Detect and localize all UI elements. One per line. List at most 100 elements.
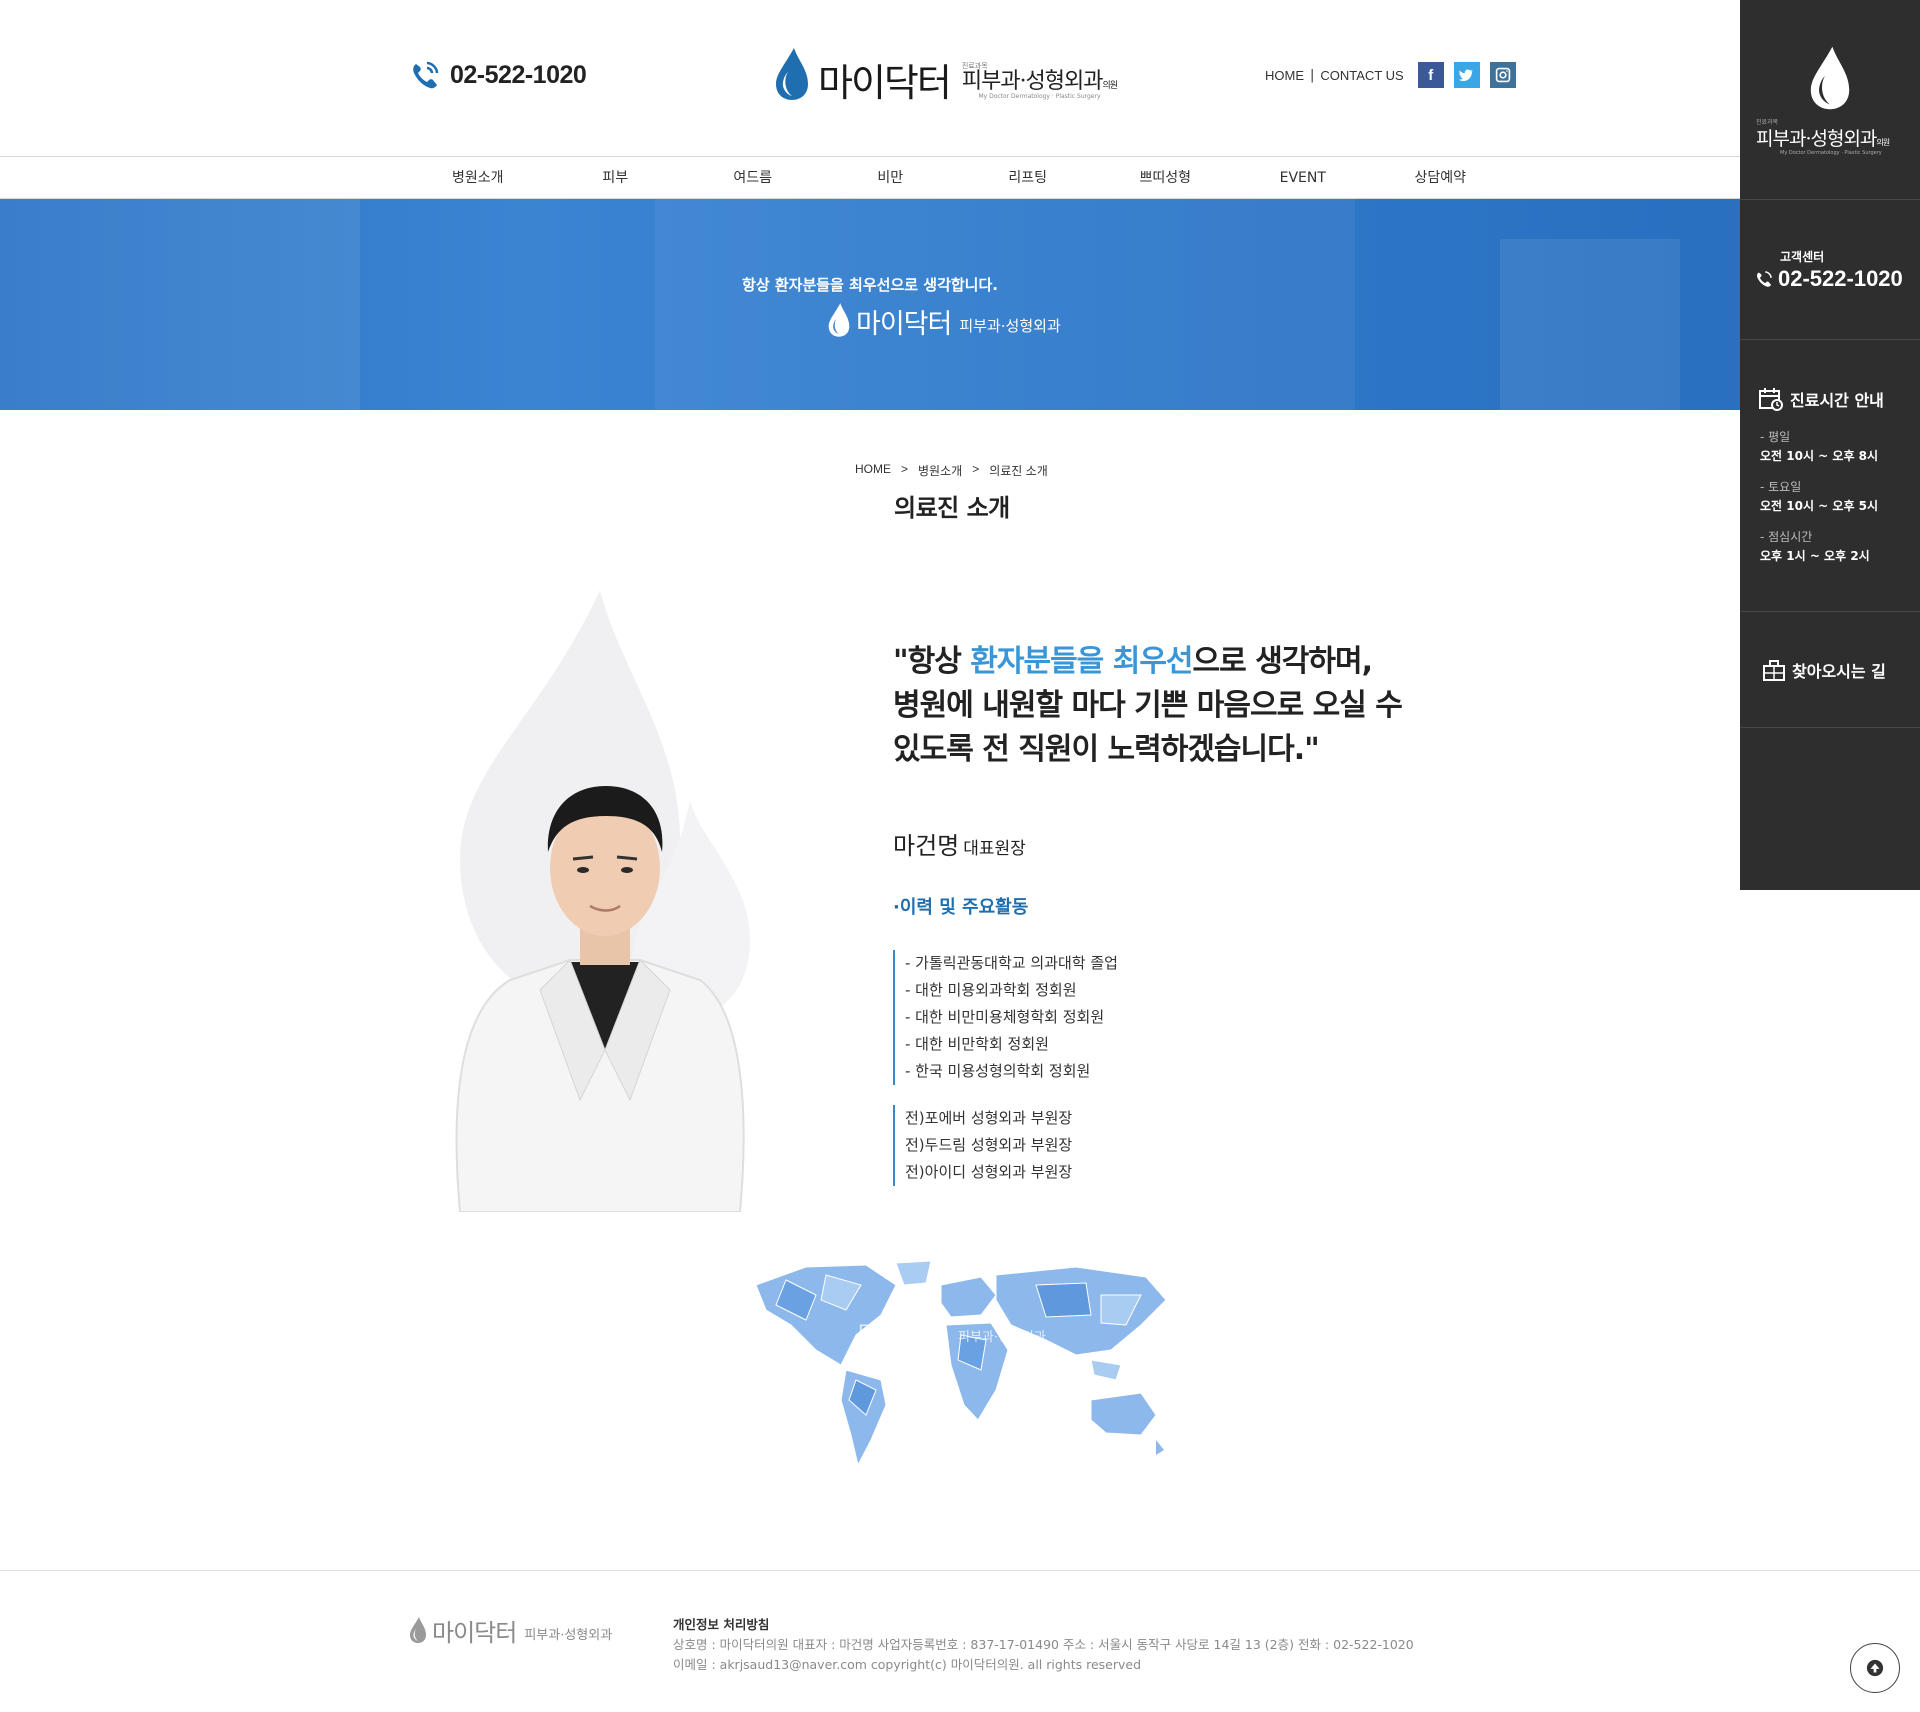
directions-button[interactable]: 찾아오시는 길 (1740, 612, 1920, 728)
doctor-quote: "항상 환자분들을 최우선으로 생각하며, 병원에 내원할 마다 기쁜 마음으로… (893, 640, 1453, 772)
footer-logo-main: 마이닥터 (432, 1619, 517, 1647)
doctor-name-text: 마건명 (893, 832, 960, 860)
site-logo[interactable]: 마이닥터 진료과목 피부과·성형외과의원 My Doctor Dermatolo… (772, 46, 1119, 105)
logo-drop-icon (828, 303, 850, 337)
nav-item-obesity[interactable]: 비만 (822, 157, 960, 199)
list-item: 전)아이디 성형외과 부원장 (905, 1163, 1073, 1181)
nav-item-event[interactable]: EVENT (1234, 157, 1372, 199)
nav-item-consult[interactable]: 상담예약 (1372, 157, 1510, 199)
top-links: HOME | CONTACT US f (1265, 62, 1516, 88)
instagram-icon[interactable] (1489, 62, 1516, 88)
facebook-icon[interactable]: f (1417, 62, 1444, 88)
banner-logo: 마이닥터 피부과·성형외과 (826, 302, 1061, 338)
hours-label: - 평일 (1760, 430, 1791, 444)
breadcrumb-separator: > (901, 462, 909, 476)
breadcrumb-level2[interactable]: 의료진 소개 (989, 462, 1048, 479)
doctor-photo (420, 580, 770, 1213)
customer-center-phone-number: 02-522-1020 (1778, 266, 1903, 291)
page-title: 의료진 소개 (894, 494, 1010, 522)
sub-visual-banner: 항상 환자분들을 최우선으로 생각합니다. 마이닥터 피부과·성형외과 (0, 199, 1740, 410)
directions-label: 찾아오시는 길 (1792, 662, 1886, 681)
quote-line3: 있도록 전 직원이 노력하겠습니다." (893, 732, 1320, 767)
footer-company-info: 상호명 : 마이닥터의원 대표자 : 마건명 사업자등록번호 : 837-17-… (673, 1637, 1414, 1652)
link-separator: | (1310, 67, 1315, 83)
quick-menu: 진료과목 피부과·성형외과의원 My Doctor Dermatology · … (1740, 0, 1920, 890)
list-item: - 대한 비만미용체형학회 정회원 (905, 1008, 1105, 1026)
worldmap-logo-main: 마이닥터 (858, 1322, 939, 1347)
header-phone[interactable]: 02-522-1020 (408, 58, 587, 92)
hours-value: 오전 10시 ~ 오후 5시 (1760, 499, 1879, 513)
hours-row-saturday: - 토요일 오전 10시 ~ 오후 5시 (1760, 478, 1878, 516)
calendar-clock-icon (1759, 388, 1783, 411)
hours-label: - 점심시간 (1760, 530, 1813, 544)
breadcrumb: HOME > 병원소개 > 의료진 소개 (855, 462, 1048, 479)
list-item: - 대한 미용외과학회 정회원 (905, 981, 1077, 999)
list-item: - 한국 미용성형의학회 정회원 (905, 1062, 1091, 1080)
quick-logo-en: My Doctor Dermatology · Plastic Surgery (1780, 150, 1882, 156)
hours-row-lunch: - 점심시간 오후 1시 ~ 오후 2시 (1760, 528, 1870, 566)
list-item: - 대한 비만학회 정회원 (905, 1035, 1049, 1053)
career-title: ·이력 및 주요활동 (893, 897, 1029, 918)
banner-logo-sub: 피부과·성형외과 (959, 317, 1061, 335)
logo-drop-icon (1806, 44, 1854, 116)
logo-en-text: My Doctor Dermatology · Plastic Surgery (978, 93, 1101, 100)
footer-logo: 마이닥터 피부과·성형외과 (408, 1615, 612, 1645)
nav-item-skin[interactable]: 피부 (547, 157, 685, 199)
clinic-hours-title: 진료시간 안내 (1758, 386, 1884, 412)
scroll-top-button[interactable] (1850, 1643, 1900, 1693)
breadcrumb-home[interactable]: HOME (855, 462, 891, 479)
nav-item-acne[interactable]: 여드름 (684, 157, 822, 199)
banner-tagline: 항상 환자분들을 최우선으로 생각합니다. (742, 276, 998, 294)
career-list: - 가톨릭관동대학교 의과대학 졸업 - 대한 미용외과학회 정회원 - 대한 … (893, 950, 1293, 1085)
list-item: 전)두드림 성형외과 부원장 (905, 1136, 1073, 1154)
clinic-hours: 진료시간 안내 - 평일 오전 10시 ~ 오후 8시 - 토요일 오전 10시… (1740, 340, 1920, 612)
header-phone-number: 02-522-1020 (450, 60, 587, 89)
quote-highlight-patients: 환자분들을 (970, 644, 1104, 679)
quote-open: "항상 (893, 644, 971, 679)
nav-item-petit[interactable]: 쁘띠성형 (1097, 157, 1235, 199)
nav-item-hospital[interactable]: 병원소개 (409, 157, 547, 199)
logo-sub-text: 피부과·성형외과 (961, 69, 1104, 94)
privacy-policy-link[interactable]: 개인정보 처리방침 (673, 1615, 1414, 1635)
quick-logo[interactable]: 진료과목 피부과·성형외과의원 My Doctor Dermatology · … (1740, 0, 1920, 200)
logo-drop-icon (410, 1617, 426, 1643)
hours-value: 오후 1시 ~ 오후 2시 (1760, 549, 1870, 563)
nav-item-lifting[interactable]: 리프팅 (959, 157, 1097, 199)
breadcrumb-separator: > (972, 462, 980, 476)
directions-head: 찾아오시는 길 (1762, 658, 1886, 682)
worldmap-logo-sub: 피부과·성형외과 (958, 1330, 1046, 1345)
contact-us-link[interactable]: CONTACT US (1320, 68, 1403, 83)
quote-line2: 병원에 내원할 마다 기쁜 마음으로 오실 수 (893, 688, 1403, 723)
logo-drop-icon (772, 46, 812, 102)
banner-bg-shape (0, 199, 360, 410)
site-header: 02-522-1020 마이닥터 진료과목 피부과·성형외과의원 My Doct… (0, 0, 1740, 157)
quote-rest: 으로 생각하며, (1192, 644, 1373, 679)
former-positions-list: 전)포에버 성형외과 부원장 전)두드림 성형외과 부원장 전)아이디 성형외과… (893, 1105, 1293, 1186)
twitter-icon[interactable] (1453, 62, 1480, 88)
hours-value: 오전 10시 ~ 오후 8시 (1760, 449, 1879, 463)
phone-icon (413, 61, 439, 89)
doctor-role: 대표원장 (963, 839, 1026, 859)
logo-suffix-text: 의원 (1102, 81, 1119, 91)
quote-space (1103, 644, 1112, 679)
arrow-up-icon (1866, 1659, 1884, 1677)
list-item: 전)포에버 성형외과 부원장 (905, 1109, 1073, 1127)
list-item: - 가톨릭관동대학교 의과대학 졸업 (905, 954, 1118, 972)
customer-center[interactable]: 고객센터 02-522-1020 (1740, 200, 1920, 340)
building-icon (1763, 660, 1785, 681)
quick-logo-sub: 피부과·성형외과 (1756, 128, 1877, 150)
main-nav: 병원소개 피부 여드름 비만 리프팅 쁘띠성형 EVENT 상담예약 (0, 157, 1740, 199)
banner-logo-main: 마이닥터 (856, 309, 952, 340)
home-link[interactable]: HOME (1265, 68, 1304, 83)
banner-bg-shape (1500, 239, 1680, 410)
phone-icon (1757, 271, 1772, 287)
clinic-hours-title-text: 진료시간 안내 (1790, 391, 1884, 410)
site-footer: 마이닥터 피부과·성형외과 개인정보 처리방침 상호명 : 마이닥터의원 대표자… (0, 1570, 1920, 1712)
footer-logo-sub: 피부과·성형외과 (524, 1628, 613, 1643)
world-map-image: 마이닥터 피부과·성형외과 (746, 1255, 1176, 1475)
hours-row-weekday: - 평일 오전 10시 ~ 오후 8시 (1760, 428, 1878, 466)
quote-highlight-priority: 최우선 (1112, 644, 1194, 679)
logo-main-text: 마이닥터 (818, 61, 952, 105)
breadcrumb-level1[interactable]: 병원소개 (918, 462, 962, 479)
customer-center-phone: 02-522-1020 (1754, 266, 1903, 292)
